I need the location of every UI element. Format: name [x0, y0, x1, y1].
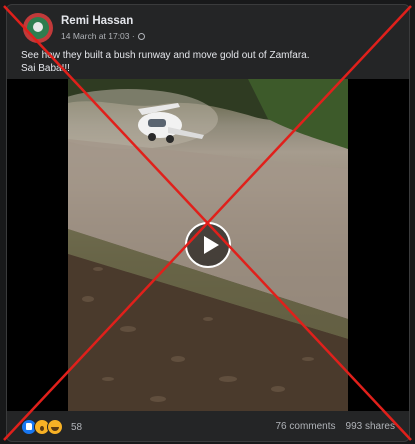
haha-icon	[47, 419, 63, 435]
post-meta: 14 March at 17:03 ·	[61, 31, 145, 41]
avatar[interactable]	[23, 13, 53, 43]
play-icon	[204, 236, 219, 254]
reactions-summary[interactable]: 58	[21, 419, 82, 435]
post-text: See how they built a bush runway and mov…	[21, 49, 310, 75]
post-card: Remi Hassan 14 March at 17:03 · See how …	[6, 4, 410, 442]
comments-link[interactable]: 76 comments	[275, 421, 335, 432]
play-button[interactable]	[185, 222, 231, 268]
video-frame[interactable]	[68, 79, 348, 411]
post-text-line-2: Sai Baba!!!	[21, 63, 70, 74]
video-container[interactable]	[7, 79, 409, 411]
reaction-count: 58	[71, 421, 83, 433]
author-name[interactable]: Remi Hassan	[61, 15, 133, 27]
post-footer: 58 76 comments 993 shares	[7, 415, 409, 439]
shares-link[interactable]: 993 shares	[346, 421, 395, 432]
globe-icon	[137, 32, 145, 40]
post-text-line-1: See how they built a bush runway and mov…	[21, 50, 310, 61]
engagement-stats: 76 comments 993 shares	[275, 421, 395, 432]
post-timestamp[interactable]: 14 March at 17:03 ·	[61, 31, 135, 41]
